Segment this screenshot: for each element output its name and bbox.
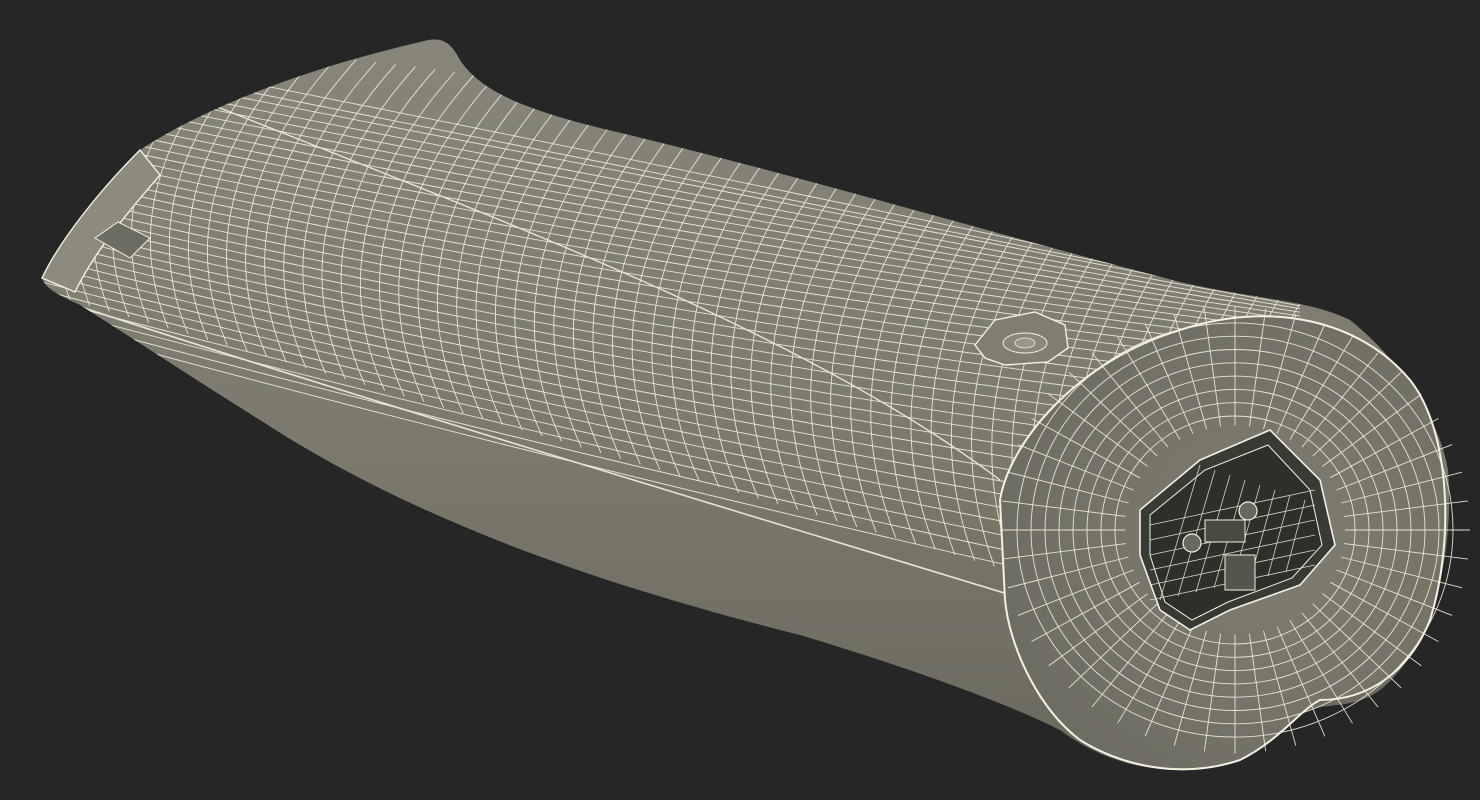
socket-pin-left — [1182, 533, 1202, 553]
3d-viewport[interactable] — [0, 0, 1480, 800]
wireframe-render — [41, 39, 1470, 771]
socket-pin-right — [1238, 501, 1258, 521]
